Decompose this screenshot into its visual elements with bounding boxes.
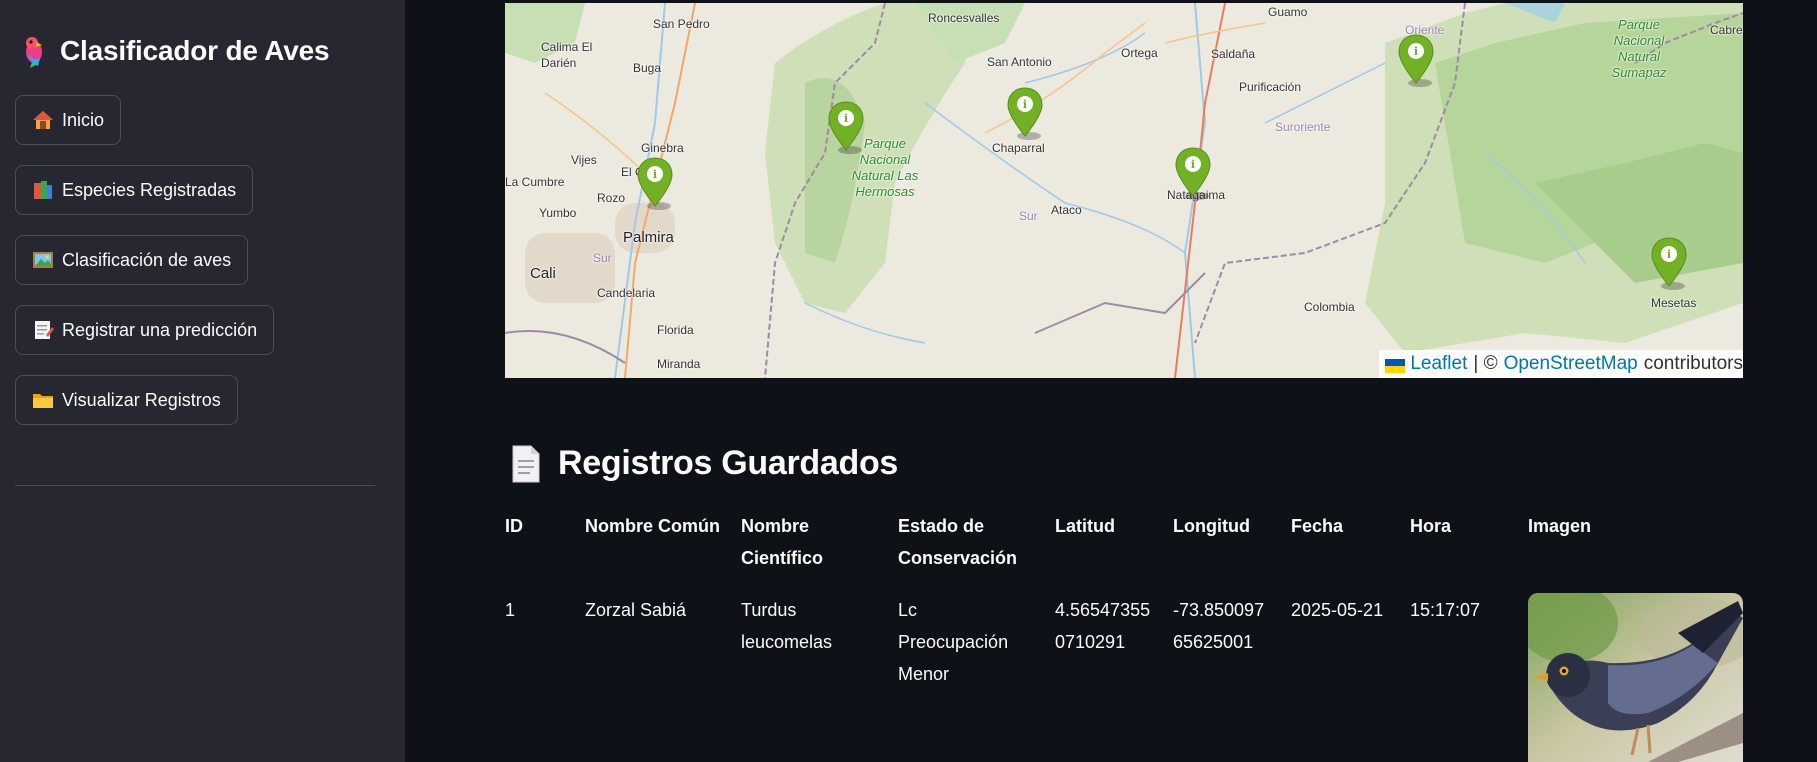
map-place: Guamo: [1268, 5, 1308, 19]
map-place: San Antonio: [987, 55, 1052, 69]
nav-label: Inicio: [62, 109, 105, 130]
svg-text:i: i: [653, 168, 657, 181]
map-place: Calima El Darién: [541, 40, 593, 70]
map-place: Vijes: [571, 153, 597, 167]
cell-scientific-name: leucomelas: [741, 632, 833, 652]
nav-label: Visualizar Registros: [62, 389, 221, 410]
map-pin-icon[interactable]: i: [1173, 146, 1213, 202]
leaflet-link[interactable]: Leaflet: [1410, 353, 1467, 375]
nav-button-inicio[interactable]: Inicio: [15, 95, 122, 145]
svg-text:i: i: [1667, 248, 1671, 261]
column-header-line: Estado de: [898, 516, 985, 536]
cell-common-name: Zorzal Sabiá: [585, 600, 687, 620]
map-place: Ataco: [1051, 203, 1082, 217]
map-region: Sur: [1019, 209, 1038, 223]
map-place: San Pedro: [653, 17, 710, 31]
column-header-longitude: Longitud: [1173, 516, 1250, 536]
map-place: Roncesvalles: [928, 11, 1000, 25]
books-icon: [34, 181, 52, 199]
openstreetmap-link[interactable]: OpenStreetMap: [1504, 353, 1638, 375]
column-header-id: ID: [505, 516, 523, 536]
map-place: Candelaria: [597, 286, 656, 300]
map-place: Mesetas: [1651, 296, 1697, 310]
cell-latitude: 4.56547355: [1055, 600, 1151, 620]
map-place: Chaparral: [992, 141, 1045, 155]
cell-scientific-name: Turdus: [741, 600, 797, 620]
map-place: Rozo: [597, 191, 626, 205]
cell-longitude: -73.850097: [1173, 600, 1265, 620]
attribution-contributors: contributors: [1643, 353, 1743, 374]
nav-button-especies[interactable]: Especies Registradas: [15, 165, 254, 215]
cell-conservation: Menor: [898, 664, 950, 684]
map-place: Buga: [633, 61, 662, 75]
nav-label: Registrar una predicción: [62, 319, 258, 340]
records-title: Registros Guardados: [558, 444, 899, 482]
column-header-common-name: Nombre Común: [585, 516, 720, 536]
memo-icon: [35, 321, 54, 339]
map-attribution: Leaflet | © OpenStreetMap contributors: [1379, 350, 1743, 378]
nav-label: Clasificación de aves: [62, 249, 232, 270]
nav-button-clasificacion[interactable]: Clasificación de aves: [15, 235, 249, 285]
map-place: Purificación: [1239, 80, 1302, 94]
svg-text:i: i: [1414, 45, 1418, 58]
ukraine-flag-icon: [1385, 357, 1406, 373]
map-place: Saldaña: [1211, 47, 1256, 61]
column-header-latitude: Latitud: [1055, 516, 1115, 536]
svg-text:i: i: [844, 112, 848, 125]
bird-photo: [1528, 593, 1743, 762]
map-place: Miranda: [657, 357, 701, 371]
cell-longitude: 65625001: [1173, 632, 1254, 652]
cell-time: 15:17:07: [1410, 600, 1481, 620]
map-place: Palmira: [623, 229, 674, 246]
cell-conservation: Lc: [898, 600, 918, 620]
framed-picture-icon: [33, 252, 53, 268]
column-header-image: Imagen: [1528, 516, 1592, 536]
column-header-time: Hora: [1410, 516, 1452, 536]
column-header-date: Fecha: [1291, 516, 1344, 536]
records-map[interactable]: San Pedro Roncesvalles Guamo Cabrera Cal…: [505, 3, 1743, 378]
svg-text:i: i: [1191, 158, 1195, 171]
house-icon: [33, 111, 53, 129]
map-place: Colombia: [1304, 300, 1355, 314]
cell-id: 1: [505, 600, 516, 620]
sidebar: Clasificador de Aves Inicio Especies Reg…: [0, 0, 405, 762]
map-park: Parque Nacional Natural Sumapaz: [1611, 17, 1667, 80]
app-brand: Clasificador de Aves: [18, 34, 330, 68]
nav-button-registrar[interactable]: Registrar una predicción: [15, 305, 275, 355]
column-header-line: Nombre: [741, 516, 810, 536]
map-place: Ortega: [1121, 46, 1158, 60]
sidebar-divider: [15, 485, 375, 486]
map-region: Suroriente: [1275, 120, 1331, 134]
map-pin-icon[interactable]: i: [635, 156, 675, 212]
cell-date: 2025-05-21: [1291, 600, 1384, 620]
cell-conservation: Preocupación: [898, 632, 1009, 652]
app-title: Clasificador de Aves: [60, 35, 330, 66]
map-place: Yumbo: [539, 206, 577, 220]
column-header-line: Científico: [741, 548, 824, 568]
parrot-icon: [26, 37, 42, 68]
map-place: Cali: [530, 265, 556, 282]
page-facing-up-icon: [512, 445, 540, 482]
map-pin-icon[interactable]: i: [826, 100, 866, 156]
map-place: Cabrera: [1710, 23, 1743, 37]
map-pin-icon[interactable]: i: [1649, 236, 1689, 292]
map-place: La Cumbre: [505, 175, 565, 189]
map-place: Ginebra: [641, 141, 684, 155]
map-region: Sur: [593, 251, 612, 265]
svg-text:i: i: [1023, 98, 1027, 111]
map-place: Florida: [657, 323, 694, 337]
map-pin-icon[interactable]: i: [1396, 33, 1436, 89]
records-heading: Registros Guardados: [510, 444, 898, 483]
folder-icon: [33, 394, 53, 408]
nav-button-visualizar[interactable]: Visualizar Registros: [15, 375, 238, 425]
attribution-separator: | ©: [1473, 353, 1498, 374]
map-pin-icon[interactable]: i: [1005, 86, 1045, 142]
nav-label: Especies Registradas: [62, 179, 237, 200]
cell-latitude: 0710291: [1055, 632, 1126, 652]
column-header-line: Conservación: [898, 548, 1018, 568]
